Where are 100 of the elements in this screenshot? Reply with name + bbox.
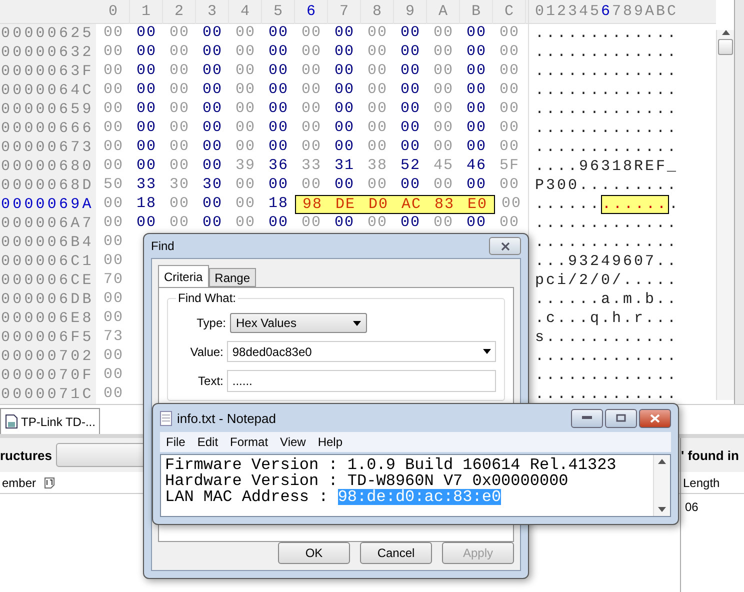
column-header: B [460, 0, 493, 24]
hex-byte: 00 [102, 138, 124, 157]
hex-byte: 00 [201, 195, 224, 214]
hex-byte: 00 [300, 24, 322, 43]
document-tab[interactable]: TP-Link TD-... [0, 408, 100, 434]
row-offset: 0000071C [0, 385, 96, 404]
column-header: 1 [130, 0, 163, 24]
hex-byte: 00 [267, 119, 290, 138]
value-combo-field[interactable]: 98ded0ac83e0 [227, 341, 496, 362]
row-offset: 00000666 [0, 119, 96, 138]
maximize-button[interactable] [605, 408, 637, 428]
hex-byte: 5F [498, 157, 520, 176]
hex-byte: 00 [234, 138, 256, 157]
hex-byte: 00 [366, 119, 388, 138]
hex-byte: 00 [234, 24, 256, 43]
dropdown-arrow-icon [353, 320, 361, 326]
hex-byte: 00 [333, 62, 356, 81]
minimize-button[interactable] [571, 408, 603, 428]
hex-byte: 00 [333, 81, 356, 100]
text-line: LAN MAC Address : [165, 489, 330, 505]
ascii-match-highlight: ...... [601, 195, 670, 214]
scrollbar-thumb[interactable] [718, 39, 733, 55]
ascii-column-header: A [645, 2, 656, 22]
hex-byte: 00 [300, 138, 322, 157]
hex-byte: 00 [399, 176, 422, 195]
tab-label: TP-Link TD-... [21, 414, 96, 428]
ascii-text: ...93249607.. [535, 252, 678, 271]
ascii-text: ............. [535, 24, 678, 43]
scroll-up-arrow-icon[interactable] [658, 459, 666, 464]
hex-byte: 00 [135, 138, 158, 157]
hex-byte: 33 [135, 176, 158, 195]
column-header: 9 [394, 0, 427, 24]
menu-item[interactable]: View [274, 435, 312, 449]
hex-byte: 00 [135, 214, 158, 233]
column-header: 2 [163, 0, 196, 24]
dialog-button[interactable]: Cancel [360, 542, 432, 564]
dialog-button[interactable]: OK [278, 542, 350, 564]
hex-byte: 00 [201, 62, 224, 81]
menu-item[interactable]: Edit [191, 435, 224, 449]
ascii-column-header: 5 [590, 2, 600, 22]
hex-byte: 00 [201, 81, 224, 100]
row-offset: 000006E8 [0, 309, 96, 328]
hex-byte: 00 [168, 24, 190, 43]
hex-byte: 00 [102, 233, 124, 252]
hex-byte: 00 [201, 157, 224, 176]
ascii-column-header: 4 [579, 2, 590, 22]
hex-byte: 00 [333, 214, 356, 233]
row-offset: 0000068D [0, 176, 96, 195]
ascii-column-header: 1 [546, 2, 556, 22]
hex-byte: 00 [366, 176, 388, 195]
ascii-text: ............. [535, 43, 678, 62]
vertical-scrollbar[interactable] [653, 455, 670, 516]
column-header: 6 [295, 0, 328, 24]
hex-byte: 00 [135, 157, 158, 176]
ascii-text: s............ [535, 328, 678, 347]
hex-byte: 00 [234, 43, 256, 62]
menu-item[interactable]: File [160, 435, 192, 449]
hex-byte: 00 [399, 24, 422, 43]
menu-item[interactable]: Format [224, 435, 274, 449]
hex-byte: 00 [135, 43, 158, 62]
row-offset: 000006CE [0, 271, 96, 290]
panel-title: ' found in [681, 448, 739, 462]
close-button[interactable] [489, 237, 521, 255]
hex-byte: 00 [102, 157, 124, 176]
close-button[interactable] [639, 408, 671, 428]
notepad-icon [160, 410, 172, 426]
scroll-up-arrow-icon[interactable] [722, 30, 730, 35]
hex-byte: 30 [201, 176, 224, 195]
dialog-tab[interactable]: Range [208, 268, 256, 287]
hex-byte: 98 [301, 196, 324, 213]
hex-byte: 00 [432, 176, 454, 195]
dialog-tab[interactable]: Criteria [158, 265, 209, 287]
ascii-text: . [669, 195, 680, 214]
text-input-field[interactable]: ...... [227, 370, 496, 392]
hex-byte: 00 [234, 62, 256, 81]
vertical-scrollbar[interactable] [716, 30, 734, 400]
table-cell-text: 06 [684, 499, 700, 516]
row-offset: 0000064C [0, 81, 96, 100]
selected-text: 98:de:d0:ac:83:e0 [338, 489, 502, 505]
hex-byte: 00 [168, 43, 190, 62]
hex-byte: 00 [366, 81, 388, 100]
hex-byte: 00 [300, 176, 322, 195]
dialog-title: Find [151, 239, 174, 253]
hex-byte: 00 [399, 214, 422, 233]
hex-byte: 00 [102, 62, 124, 81]
hex-byte: 00 [333, 119, 356, 138]
column-sort-icon[interactable] [44, 476, 56, 488]
hex-byte: 00 [102, 119, 124, 138]
hex-byte: 00 [168, 81, 190, 100]
type-dropdown[interactable]: Hex Values [230, 313, 367, 333]
hex-byte: 00 [366, 214, 388, 233]
hex-byte: 00 [500, 195, 522, 214]
column-header: 5 [262, 0, 295, 24]
scroll-down-arrow-icon[interactable] [658, 507, 666, 512]
hex-byte: 39 [234, 157, 256, 176]
hex-byte: 00 [201, 24, 224, 43]
hex-byte: 00 [234, 214, 256, 233]
ascii-text: ....96318REF_ [535, 157, 678, 176]
hex-byte: 00 [498, 214, 520, 233]
menu-item[interactable]: Help [312, 435, 349, 449]
